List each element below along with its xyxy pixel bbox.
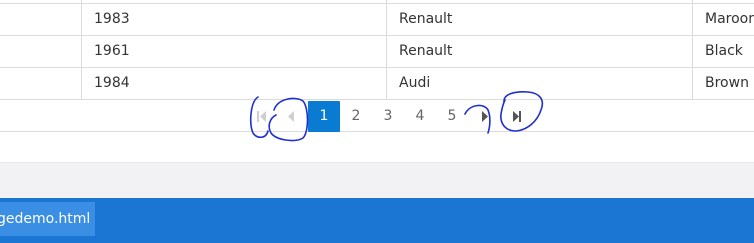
year-cell: 1983 xyxy=(94,11,130,27)
year-cell: 1961 xyxy=(94,43,130,59)
page-button-5[interactable]: 5 xyxy=(436,101,468,132)
screen: 1983 Renault Maroon 1961 Renault Black 1… xyxy=(0,0,754,243)
pagination-bar: 1 2 3 4 5 xyxy=(0,99,754,132)
taskbar: gedemo.html xyxy=(0,198,754,243)
first-page-icon xyxy=(257,111,266,122)
table-row[interactable]: 1961 Renault Black xyxy=(0,35,754,67)
first-page-button[interactable] xyxy=(247,101,275,132)
column-divider xyxy=(81,0,82,100)
make-cell: Renault xyxy=(399,43,453,59)
page-button-1[interactable]: 1 xyxy=(308,101,340,132)
make-cell: Audi xyxy=(399,75,431,91)
footer-strip xyxy=(0,162,754,198)
color-cell: Maroon xyxy=(705,11,754,27)
next-page-icon xyxy=(482,111,488,122)
page-button-3[interactable]: 3 xyxy=(372,101,404,132)
last-page-icon xyxy=(513,111,521,122)
make-cell: Renault xyxy=(399,11,453,27)
last-page-button[interactable] xyxy=(503,101,531,132)
taskbar-tab-label: gedemo.html xyxy=(0,211,91,227)
previous-page-icon xyxy=(288,111,294,122)
column-divider xyxy=(386,0,387,100)
previous-page-button[interactable] xyxy=(279,101,307,132)
color-cell: Black xyxy=(705,43,743,59)
table-row[interactable]: 1984 Audi Brown xyxy=(0,67,754,99)
next-page-button[interactable] xyxy=(471,101,499,132)
page-button-4[interactable]: 4 xyxy=(404,101,436,132)
color-cell: Brown xyxy=(705,75,749,91)
table-row[interactable]: 1983 Renault Maroon xyxy=(0,3,754,35)
page-button-2[interactable]: 2 xyxy=(340,101,372,132)
taskbar-tab[interactable]: gedemo.html xyxy=(0,202,95,236)
year-cell: 1984 xyxy=(94,75,130,91)
column-divider xyxy=(692,0,693,100)
